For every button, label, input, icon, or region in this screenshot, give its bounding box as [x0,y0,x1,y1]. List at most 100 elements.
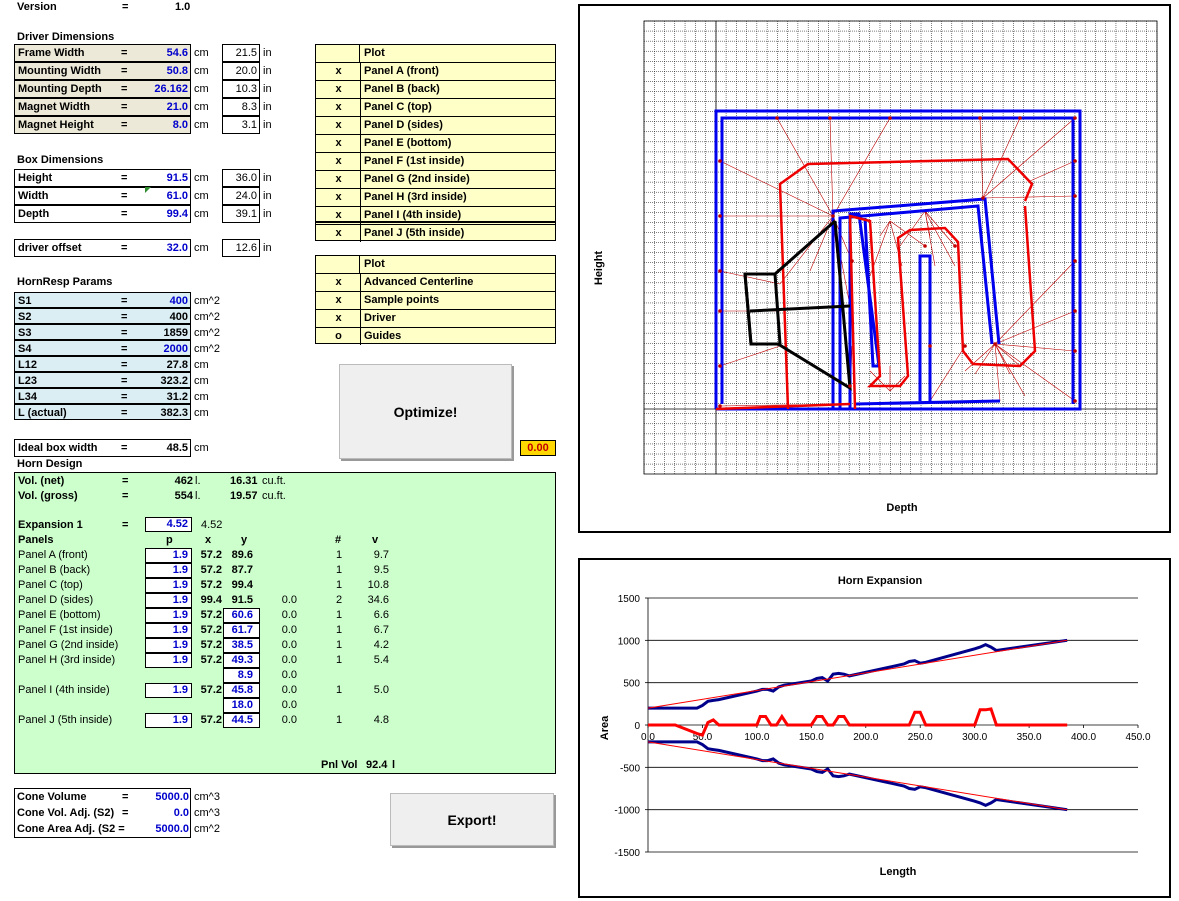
plot-option-row[interactable]: o Guides [316,327,556,345]
hornresp-param-eq: = [121,407,128,419]
hornresp-param-value[interactable]: 400 [170,293,188,309]
driver-dim-value[interactable]: 50.8 [167,63,188,79]
plot-panel-toggle[interactable]: x [316,81,361,98]
plot-option-label: Advanced Centerline [364,276,474,288]
plot-option-toggle[interactable]: o [316,328,361,345]
expansion-input[interactable]: 4.52 [145,517,192,532]
plot-panel-divider [360,99,361,116]
plot-panel-toggle[interactable]: x [316,135,361,152]
plot-option-toggle[interactable]: x [316,292,361,309]
cone-value-input[interactable]: 5000.0 [140,822,189,838]
plot-option-divider [360,292,361,309]
plot-panel-toggle[interactable]: x [316,63,361,80]
vol-net-unit: l. [195,475,201,487]
hornresp-param-value[interactable]: 2000 [164,341,188,357]
pnl-vol-value: 92.4 [366,759,388,771]
panel-y: 44.5 [231,714,253,726]
plot-option-toggle[interactable]: x [316,274,361,291]
sample-point [923,244,927,248]
plot-panel-row[interactable]: x Panel C (top) [316,98,556,116]
panel-p-input[interactable]: 1.9 [145,653,192,668]
box-dim-value[interactable]: 91.5 [167,170,188,186]
plot-panel-row[interactable]: x Panel H (3rd inside) [316,188,556,206]
hornresp-param-value: 27.8 [166,359,188,371]
driver-offset-input[interactable]: 32.0 [167,240,188,256]
plot-panel-row[interactable]: x Panel B (back) [316,80,556,98]
y-tick-label: -500 [620,763,640,774]
panel-p-input[interactable]: 1.9 [145,593,192,608]
plot-panel-toggle[interactable]: x [316,117,361,134]
box-dim-label: Width [18,190,49,202]
version-value: 1.0 [175,1,191,13]
panel-p-input[interactable]: 1.9 [145,578,192,593]
hornresp-param-eq: = [121,391,128,403]
plot-panel-toggle[interactable]: x [316,171,361,188]
sample-point [718,404,722,408]
extra-y[interactable]: 18.0 [223,698,253,713]
hornresp-param-label: S4 [18,343,32,355]
box-dim-unit: cm [194,172,209,184]
plot-panel-row[interactable]: x Panel F (1st inside) [316,152,556,170]
driver-dim-value[interactable]: 54.6 [167,45,188,61]
x-tick-label: 400.0 [1071,732,1096,743]
panel-count: 2 [336,594,343,606]
pnl-vol-label: Pnl Vol [321,759,358,771]
centerline-segment [829,117,834,217]
panel-p-input[interactable]: 1.9 [145,683,192,698]
panel-y: 89.6 [231,549,253,561]
sample-point [978,116,982,120]
panel-name: Panel D (sides) [18,594,94,606]
box-dim-value[interactable]: 61.0 [167,188,188,204]
plot-panel-toggle[interactable]: x [316,99,361,116]
plot-panel-toggle[interactable]: x [316,189,361,206]
panel-count: 1 [336,609,343,621]
panel-p-input[interactable]: 1.9 [145,548,192,563]
cone-value-input[interactable]: 5000.0 [140,790,189,806]
plot-panel-row[interactable]: x Panel G (2nd inside) [316,170,556,188]
panel-name: Panel I (4th inside) [18,684,110,696]
plot-panel-row[interactable]: x Panel J (5th inside) [316,224,556,242]
sample-point [1073,349,1077,353]
driver-dim-value[interactable]: 21.0 [167,99,188,115]
driver-dim-value[interactable]: 8.0 [173,117,188,133]
driver-offset-label: driver offset [18,242,82,254]
driver-dim-value[interactable]: 26.162 [154,81,188,97]
plot-panel-label: Panel C (top) [364,101,432,113]
centerline-segment [994,343,1021,367]
box-dim-label: Height [18,172,53,184]
plot-panel-toggle[interactable]: x [316,225,361,242]
plot-panel-row[interactable]: x Panel D (sides) [316,116,556,134]
extra-y[interactable]: 8.9 [223,668,253,683]
panel-count: 1 [336,549,343,561]
panel-p-input[interactable]: 1.9 [145,608,192,623]
plot-panel-row[interactable]: x Panel A (front) [316,62,556,80]
panel-v: 9.7 [373,549,389,561]
box-dim-inch-unit: in [263,172,272,184]
plot-option-row[interactable]: x Advanced Centerline [316,273,556,291]
plot-panel-toggle[interactable]: x [316,153,361,170]
centerline-segment [1029,160,1076,182]
plot-option-row[interactable]: x Driver [316,309,556,327]
plot-option-row[interactable]: x Sample points [316,291,556,309]
box-dim-value[interactable]: 99.4 [167,206,188,222]
panel-p-input[interactable]: 1.9 [145,623,192,638]
vol-gross-value: 554 [174,490,193,502]
hornresp-param-row: S2 = 400 [14,308,191,324]
y-tick-label: 1500 [618,594,641,605]
driver-dim-inch-unit: in [263,47,272,59]
optimize-button[interactable]: Optimize! [339,364,512,459]
export-button[interactable]: Export! [390,793,554,846]
version-eq: = [122,1,129,13]
panel-v: 34.6 [367,594,389,606]
hornresp-param-row: L34 = 31.2 [14,388,191,404]
driver-dim-inch: 3.1 [222,116,260,134]
panel-p-input[interactable]: 1.9 [145,638,192,653]
x-tick-label: 350.0 [1017,732,1042,743]
plot-panel-row[interactable]: x Panel E (bottom) [316,134,556,152]
driver-dim-eq: = [121,65,128,77]
panel-p-input[interactable]: 1.9 [145,563,192,578]
panel-count: 1 [336,639,343,651]
panel-p-input[interactable]: 1.9 [145,713,192,728]
plot-option-toggle[interactable]: x [316,310,361,327]
cone-value-input[interactable]: 0.0 [140,806,189,822]
